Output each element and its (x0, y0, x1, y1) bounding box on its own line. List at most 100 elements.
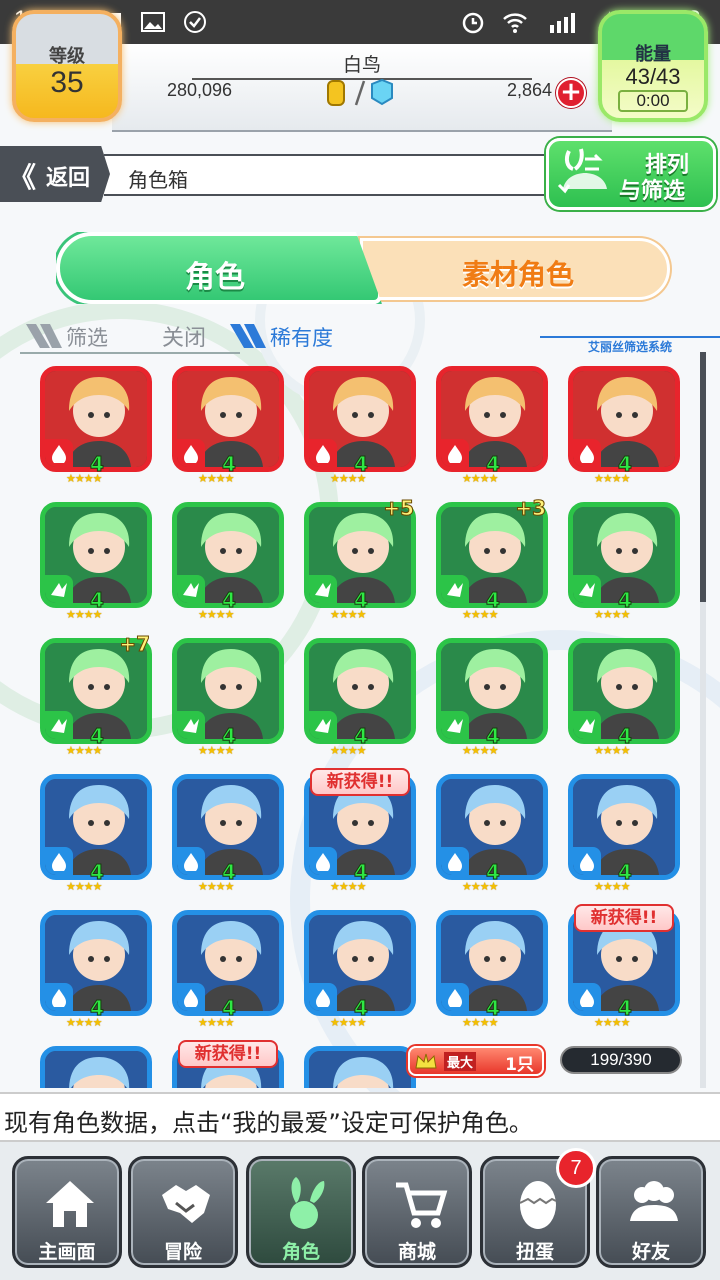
water-element-icon (309, 983, 337, 1011)
card-stars: ★★★★ (594, 472, 630, 485)
friends-icon (630, 1181, 678, 1221)
character-card[interactable]: 4 ★★★★ (568, 496, 680, 628)
card-stars: ★★★★ (594, 744, 630, 757)
card-stars: ★★★★ (198, 744, 234, 757)
nav-friends-label: 好友 (631, 1241, 670, 1263)
character-card[interactable]: 4 ★★★★ 新获得!! (304, 768, 416, 900)
water-element-icon (45, 983, 73, 1011)
character-card[interactable] (40, 1040, 152, 1088)
card-plus-value: +7 (119, 632, 151, 657)
nav-gacha-label: 扭蛋 (515, 1241, 554, 1263)
water-element-icon (177, 847, 205, 875)
player-level-box: 等级 35 (12, 10, 122, 122)
card-stars: ★★★★ (462, 744, 498, 757)
character-card[interactable]: 4 ★★★★ (568, 768, 680, 900)
water-element-icon (45, 847, 73, 875)
water-element-icon (573, 847, 601, 875)
card-stars: ★★★★ (330, 1016, 366, 1029)
character-card[interactable]: 4 ★★★★ (304, 360, 416, 492)
alarm-icon (462, 12, 484, 34)
character-card[interactable]: 4 ★★★★ (568, 632, 680, 764)
character-card[interactable]: 4 ★★★★ (304, 904, 416, 1036)
wind-element-icon (309, 575, 337, 603)
character-card[interactable]: 4 ★★★★ (436, 768, 548, 900)
back-button[interactable]: 《 返回 (0, 146, 110, 202)
character-card[interactable]: 4 ★★★★ +3 (436, 496, 548, 628)
character-card[interactable]: 4 ★★★★ (40, 496, 152, 628)
new-badge: 新获得!! (310, 768, 410, 796)
card-stars: ★★★★ (462, 1016, 498, 1029)
nav-characters-button[interactable]: 角色 (246, 1156, 356, 1268)
back-label: 返回 (46, 166, 91, 191)
character-card[interactable]: 4 ★★★★ +5 (304, 496, 416, 628)
character-card[interactable]: 4 ★★★★ (436, 360, 548, 492)
fire-element-icon (45, 439, 73, 467)
filter-stripe-icon (26, 324, 62, 348)
nav-home-label: 主画面 (38, 1241, 96, 1263)
filter-row: 筛选 关闭 稀有度 艾丽丝筛选系统 (0, 318, 720, 354)
nav-shop-button[interactable]: 商城 (362, 1156, 472, 1268)
character-card[interactable]: 4 ★★★★ (568, 360, 680, 492)
character-card[interactable]: 新获得!! (172, 1040, 284, 1088)
character-card[interactable]: 4 ★★★★ (40, 360, 152, 492)
max-value: 1只 (505, 1055, 534, 1075)
character-card[interactable]: 4 ★★★★ (304, 632, 416, 764)
nav-adventure-button[interactable]: 冒险 (128, 1156, 238, 1268)
sort-filter-button[interactable]: 排列 与筛选 (546, 138, 716, 210)
card-stars: ★★★★ (594, 880, 630, 893)
nav-characters-label: 角色 (281, 1241, 320, 1263)
filter-label[interactable]: 筛选 (66, 322, 108, 352)
character-card[interactable]: 4 ★★★★ (436, 904, 548, 1036)
character-card[interactable]: 4 ★★★★ (172, 360, 284, 492)
character-card[interactable] (304, 1040, 416, 1088)
character-card[interactable]: 4 ★★★★ (172, 904, 284, 1036)
new-badge: 新获得!! (574, 904, 674, 932)
player-info-bar: 白鸟 280,096 2,864 + (112, 44, 612, 132)
character-card[interactable]: 4 ★★★★ +7 (40, 632, 152, 764)
water-element-icon (573, 983, 601, 1011)
signal-icon (550, 13, 575, 33)
home-icon (46, 1181, 94, 1227)
gallery-icon (141, 12, 165, 32)
scrollbar-thumb[interactable] (700, 352, 706, 602)
water-element-icon (177, 983, 205, 1011)
card-stars: ★★★★ (198, 880, 234, 893)
wind-element-icon (45, 575, 73, 603)
grid-scrollbar[interactable] (700, 352, 706, 1088)
character-card[interactable]: 4 ★★★★ (40, 904, 152, 1036)
character-card[interactable]: 4 ★★★★ (172, 632, 284, 764)
character-card[interactable]: 4 ★★★★ (172, 496, 284, 628)
wind-element-icon (309, 711, 337, 739)
coin-gem-icon (327, 78, 393, 106)
add-gem-button[interactable]: + (556, 78, 586, 108)
card-stars: ★★★★ (66, 744, 102, 757)
fire-element-icon (441, 439, 469, 467)
energy-label: 能量 (635, 44, 671, 65)
info-text: 现有角色数据，点击“我的最爱”设定可保护角色。 (4, 1109, 533, 1137)
nav-bar: 角色箱 《 返回 排列 与筛选 (0, 138, 720, 210)
card-stars: ★★★★ (330, 472, 366, 485)
character-card[interactable]: 4 ★★★★ (172, 768, 284, 900)
egg-icon (519, 1181, 557, 1229)
crown-icon (415, 1053, 437, 1069)
rarity-sort-label[interactable]: 稀有度 (270, 322, 333, 352)
coin-count: 280,096 (167, 80, 233, 100)
character-card[interactable]: 4 ★★★★ (436, 632, 548, 764)
nav-home-button[interactable]: 主画面 (12, 1156, 122, 1268)
sort-rabbit-icon (557, 148, 607, 194)
nav-friends-button[interactable]: 好友 (596, 1156, 706, 1268)
rabbit-icon (290, 1177, 325, 1229)
rarity-stripe-icon (230, 324, 266, 348)
sort-label-line2: 与筛选 (619, 179, 686, 204)
card-stars: ★★★★ (198, 1016, 234, 1029)
character-card[interactable]: 4 ★★★★ 新获得!! (568, 904, 680, 1036)
character-card[interactable]: 4 ★★★★ (40, 768, 152, 900)
gacha-notification-badge: 7 (556, 1148, 596, 1188)
filter-value[interactable]: 关闭 (162, 320, 206, 352)
tab-characters[interactable]: 角色 (56, 232, 382, 304)
max-count-box: 最大 1只 (408, 1046, 544, 1076)
tab-material-characters[interactable]: 素材角色 (360, 238, 670, 300)
level-label: 等级 (49, 46, 85, 67)
gem-count: 2,864 (506, 80, 552, 100)
new-badge: 新获得!! (178, 1040, 278, 1068)
